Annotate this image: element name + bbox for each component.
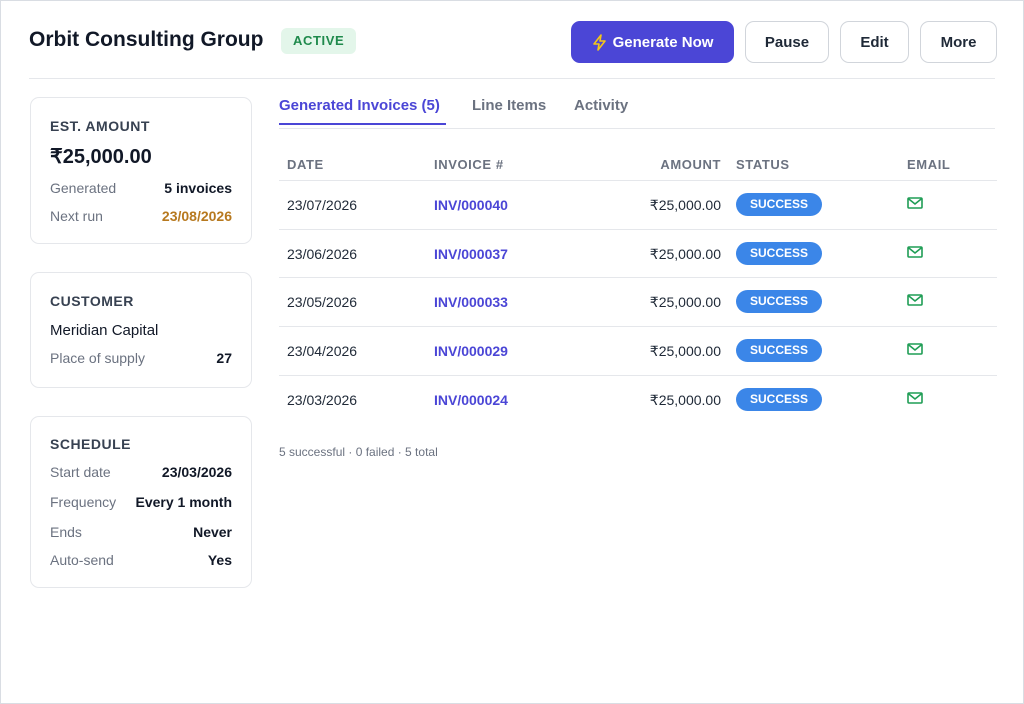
table-row: 23/05/2026 INV/000033 ₹25,000.00 SUCCESS [279,278,997,328]
column-amount: AMOUNT [660,157,721,172]
header-divider [29,78,995,79]
place-of-supply-row: Place of supply 27 [50,350,232,366]
tab-bar: Generated Invoices (5) Line Items Activi… [279,93,995,129]
invoice-date: 23/05/2026 [287,294,358,311]
table-row: 23/07/2026 INV/000040 ₹25,000.00 SUCCESS [279,181,997,230]
status-badge: SUCCESS [736,290,823,314]
tab-line-items[interactable]: Line Items [472,97,546,114]
tab-activity[interactable]: Activity [574,97,628,114]
column-email: EMAIL [907,157,951,172]
invoice-number-link[interactable]: INV/000033 [434,294,508,310]
mail-icon[interactable] [907,294,923,307]
invoice-number-link[interactable]: INV/000037 [434,246,508,262]
invoice-date: 23/04/2026 [287,343,358,360]
generated-value: 5 invoices [164,180,232,196]
customer-name: Meridian Capital [50,322,159,339]
schedule-key: Frequency [50,494,117,510]
status-badge: SUCCESS [736,339,823,363]
invoice-amount: ₹25,000.00 [649,343,721,360]
table-header: DATE INVOICE # AMOUNT STATUS EMAIL [279,151,997,181]
schedule-row: Start date 23/03/2026 [50,464,232,480]
schedule-row: Ends Never [50,524,232,540]
place-of-supply-value: 27 [216,350,232,366]
status-badge: SUCCESS [736,193,823,216]
estimate-card-label: EST. AMOUNT [50,118,150,134]
invoice-number-link[interactable]: INV/000029 [434,343,508,359]
page-title: Orbit Consulting Group [29,28,264,51]
mail-icon[interactable] [907,197,923,209]
status-badge: ACTIVE [281,28,357,54]
invoice-profile-page: Orbit Consulting Group ACTIVE Generate N… [0,0,1024,704]
invoice-amount: ₹25,000.00 [649,245,721,262]
invoice-amount: ₹25,000.00 [649,197,721,213]
invoice-amount: ₹25,000.00 [649,391,721,408]
column-invoice: INVOICE # [434,157,504,172]
customer-card: CUSTOMER Meridian Capital Place of suppl… [30,272,252,388]
invoice-date: 23/03/2026 [287,391,358,408]
estimate-card: EST. AMOUNT ₹25,000.00 Generated 5 invoi… [30,97,252,244]
column-date: DATE [287,157,324,172]
schedule-key: Start date [50,464,111,480]
table-row: 23/03/2026 INV/000024 ₹25,000.00 SUCCESS [279,376,997,425]
schedule-value: 23/03/2026 [161,464,232,480]
lightning-bolt-icon [592,33,607,51]
invoice-number-link[interactable]: INV/000024 [434,392,508,408]
next-run-label: Next run [50,208,103,224]
mail-icon[interactable] [907,245,923,258]
estimated-amount: ₹25,000.00 [50,146,152,168]
more-button[interactable]: More [920,21,997,63]
schedule-card: SCHEDULE Start date 23/03/2026 Frequency… [30,416,252,588]
next-run-row: Next run 23/08/2026 [50,208,232,224]
invoices-table: DATE INVOICE # AMOUNT STATUS EMAIL 23/07… [279,151,997,424]
schedule-key: Ends [50,524,82,540]
column-status: STATUS [736,157,790,172]
schedule-row: Frequency Every 1 month [50,494,232,510]
page-header: Orbit Consulting Group ACTIVE Generate N… [29,21,997,63]
schedule-value: Every 1 month [135,494,232,510]
schedule-card-label: SCHEDULE [50,436,132,452]
tab-generated-invoices[interactable]: Generated Invoices (5) [279,97,440,114]
pause-button[interactable]: Pause [745,21,829,63]
mail-icon[interactable] [907,343,923,355]
place-of-supply-label: Place of supply [50,350,145,366]
invoice-date: 23/06/2026 [287,245,358,262]
schedule-row: Auto-send Yes [50,552,232,568]
invoice-amount: ₹25,000.00 [649,294,721,311]
schedule-value: Never [193,524,232,540]
schedule-value: Yes [207,552,232,568]
generated-label: Generated [50,180,117,196]
mail-icon[interactable] [907,391,923,404]
generate-now-button[interactable]: Generate Now [571,21,734,63]
generated-row: Generated 5 invoices [50,180,232,196]
schedule-key: Auto-send [50,552,114,568]
edit-button[interactable]: Edit [840,21,909,63]
table-row: 23/04/2026 INV/000029 ₹25,000.00 SUCCESS [279,327,997,376]
invoice-number-link[interactable]: INV/000040 [434,197,508,213]
customer-card-label: CUSTOMER [50,293,134,309]
status-badge: SUCCESS [736,387,823,411]
status-badge: SUCCESS [736,241,823,265]
table-summary: 5 successful · 0 failed · 5 total [279,445,438,459]
next-run-value: 23/08/2026 [161,208,232,224]
invoice-date: 23/07/2026 [287,197,358,213]
generate-now-label: Generate Now [612,33,714,51]
table-row: 23/06/2026 INV/000037 ₹25,000.00 SUCCESS [279,230,997,279]
active-tab-indicator [279,123,446,125]
